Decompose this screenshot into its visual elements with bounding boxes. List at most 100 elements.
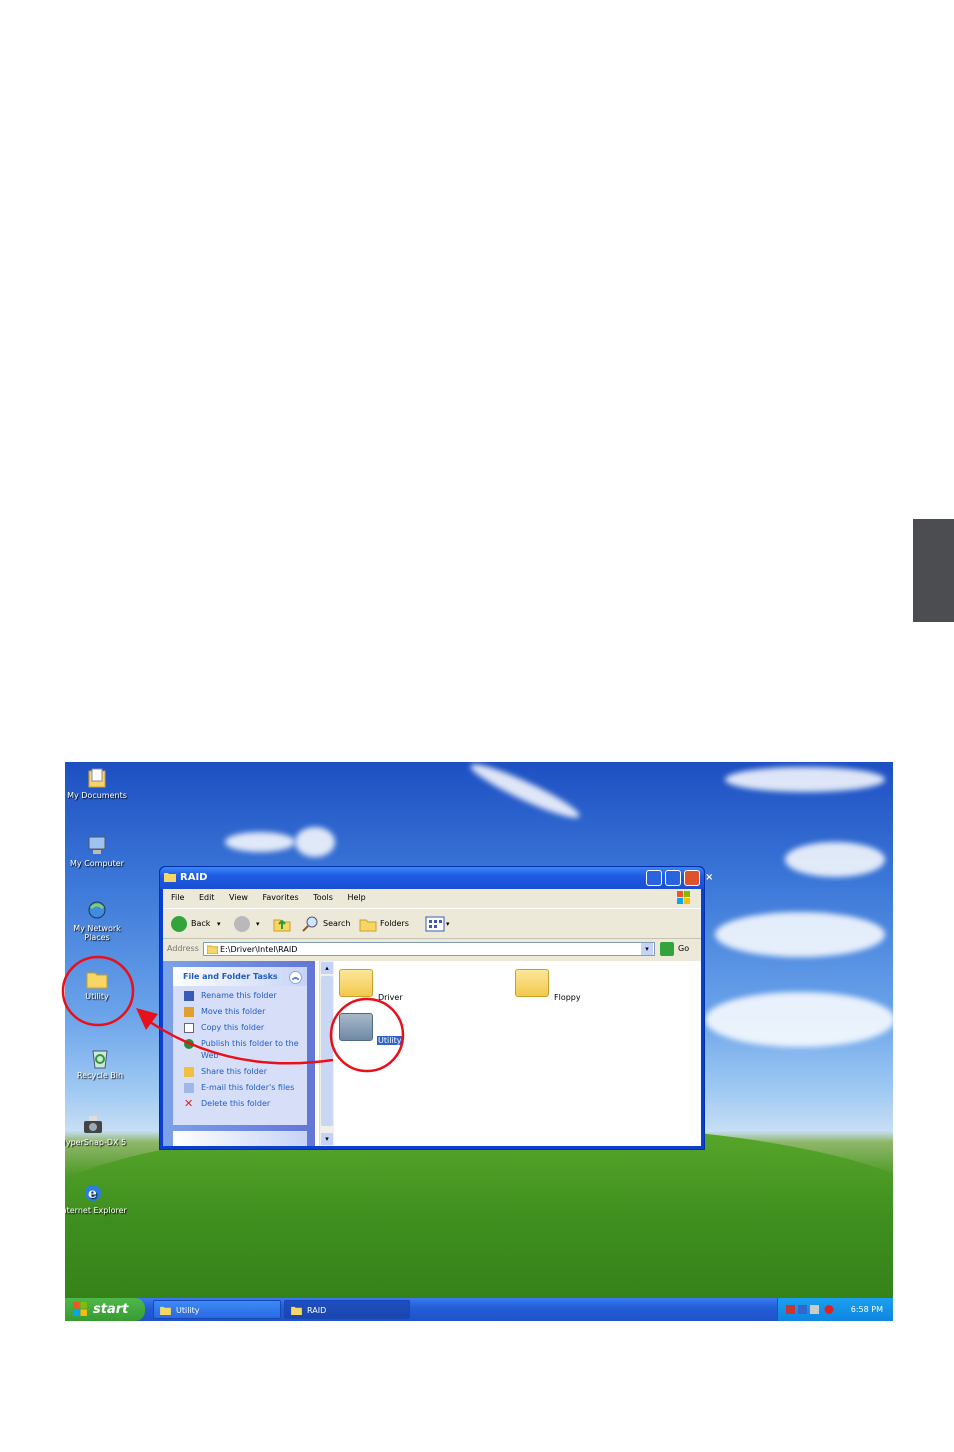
network-places-icon — [88, 901, 106, 919]
internet-explorer-icon: e — [85, 1185, 101, 1202]
taskbar-button-utility[interactable]: Utility — [153, 1300, 281, 1319]
start-button[interactable]: start — [65, 1298, 145, 1321]
windows-logo-icon — [73, 1302, 87, 1316]
desktop-icon-hypersnap[interactable]: HyperSnap-DX 5 — [65, 1114, 128, 1147]
desktop-icon-internet-explorer[interactable]: e Internet Explorer — [65, 1182, 128, 1215]
title-bar[interactable]: RAID _ □ × — [160, 867, 713, 889]
back-button[interactable]: Back — [191, 916, 210, 932]
menu-view[interactable]: View — [229, 893, 248, 902]
copy-icon — [184, 1023, 194, 1033]
delete-x-icon: ✕ — [184, 1097, 194, 1110]
folder-icon — [291, 1306, 302, 1315]
taskbar: start Utility RAID 6:58 PM — [65, 1298, 893, 1321]
task-copy[interactable]: Copy this folder — [173, 1022, 307, 1034]
search-button[interactable]: Search — [323, 916, 350, 932]
rename-icon — [184, 991, 194, 1001]
address-input[interactable]: E:\Driver\Intel\RAID ▾ — [203, 942, 655, 956]
views-dropdown-icon[interactable]: ▾ — [446, 916, 450, 932]
go-button[interactable]: Go — [678, 939, 689, 959]
move-icon — [184, 1007, 194, 1017]
system-tray: 6:58 PM — [777, 1298, 893, 1321]
folder-label-driver[interactable]: Driver — [378, 993, 403, 1002]
vertical-scrollbar[interactable]: ▴ ▾ — [319, 961, 334, 1146]
cloud — [785, 842, 885, 877]
grass-hill — [65, 1122, 893, 1321]
address-dropdown-icon[interactable]: ▾ — [641, 943, 653, 955]
folder-icon-driver[interactable] — [339, 969, 373, 997]
back-arrow-icon[interactable] — [171, 916, 187, 932]
menu-file[interactable]: File — [171, 893, 184, 902]
back-dropdown-icon[interactable]: ▾ — [217, 916, 221, 932]
hypersnap-icon — [84, 1116, 102, 1133]
clock[interactable]: 6:58 PM — [851, 1305, 883, 1314]
folders-button[interactable]: Folders — [380, 916, 409, 932]
scroll-down-icon[interactable]: ▾ — [321, 1133, 333, 1145]
desktop-icon-recycle-bin[interactable]: Recycle Bin — [65, 1047, 135, 1080]
folder-icon-floppy[interactable] — [515, 969, 549, 997]
cloud — [705, 992, 893, 1047]
task-rename[interactable]: Rename this folder — [173, 990, 307, 1002]
other-places-header[interactable] — [173, 1131, 307, 1146]
address-value: E:\Driver\Intel\RAID — [220, 945, 298, 954]
desktop-icon-my-documents[interactable]: My Documents — [65, 767, 132, 800]
scroll-thumb[interactable] — [321, 976, 333, 1126]
folder-icon-utility[interactable] — [339, 1013, 373, 1041]
cloud — [725, 767, 885, 792]
share-icon — [184, 1067, 194, 1077]
email-icon — [184, 1083, 194, 1093]
collapse-icon[interactable]: ︽ — [289, 971, 302, 984]
my-computer-icon — [88, 836, 106, 854]
task-delete[interactable]: ✕ Delete this folder — [173, 1098, 307, 1110]
folder-icon — [160, 1306, 171, 1315]
cloud — [466, 762, 584, 825]
menu-edit[interactable]: Edit — [199, 893, 215, 902]
menu-help[interactable]: Help — [347, 893, 365, 902]
address-label: Address — [167, 944, 199, 953]
minimize-button[interactable]: _ — [646, 870, 672, 886]
folder-icon — [207, 945, 218, 954]
search-icon — [302, 916, 318, 932]
task-share[interactable]: Share this folder — [173, 1066, 307, 1078]
folder-icon — [86, 972, 108, 989]
forward-arrow-icon[interactable] — [234, 916, 250, 932]
my-documents-icon — [88, 768, 106, 788]
taskbar-button-raid[interactable]: RAID — [284, 1300, 410, 1319]
maximize-button[interactable]: □ — [665, 870, 695, 886]
recycle-bin-icon — [92, 1050, 108, 1069]
views-icon[interactable] — [425, 916, 445, 932]
task-pane: File and Folder Tasks ︽ Rename this fold… — [163, 961, 315, 1146]
close-button[interactable]: × — [684, 870, 713, 886]
window-title: RAID — [180, 872, 208, 883]
menu-bar: File Edit View Favorites Tools Help — [163, 889, 701, 907]
desktop-icon-utility[interactable]: Utility — [65, 968, 132, 1001]
windows-logo-icon — [677, 891, 690, 904]
folder-label-utility-selected[interactable]: Utility — [377, 1036, 403, 1045]
desktop-icon-my-network-places[interactable]: My Network Places — [65, 900, 132, 942]
folder-icon — [164, 873, 176, 882]
svg-text:e: e — [88, 1186, 97, 1202]
tasks-header[interactable]: File and Folder Tasks ︽ — [173, 967, 307, 986]
scroll-up-icon[interactable]: ▴ — [321, 962, 333, 974]
content-area: File and Folder Tasks ︽ Rename this fold… — [163, 961, 701, 1146]
desktop-icon-my-computer[interactable]: My Computer — [65, 835, 132, 868]
folders-icon — [359, 919, 377, 932]
task-move[interactable]: Move this folder — [173, 1006, 307, 1018]
cloud — [295, 827, 335, 857]
menu-tools[interactable]: Tools — [313, 893, 333, 902]
go-arrow-icon[interactable] — [660, 942, 674, 956]
cloud — [225, 832, 295, 852]
cloud — [715, 912, 885, 957]
window-body: File Edit View Favorites Tools Help Back… — [163, 889, 701, 1146]
menu-favorites[interactable]: Favorites — [263, 893, 299, 902]
toolbar: Back ▾ ▾ Search Folders ▾ — [163, 908, 701, 939]
up-folder-icon[interactable] — [273, 916, 291, 932]
globe-icon — [184, 1039, 194, 1049]
task-publish[interactable]: Publish this folder to the Web — [173, 1038, 307, 1062]
forward-dropdown-icon[interactable]: ▾ — [256, 916, 260, 932]
explorer-window[interactable]: RAID _ □ × File Edit View Favorites Tool… — [159, 866, 713, 1150]
address-bar: Address E:\Driver\Intel\RAID ▾ Go — [163, 939, 701, 959]
task-email[interactable]: E-mail this folder's files — [173, 1082, 307, 1094]
tray-icons[interactable] — [786, 1304, 842, 1315]
chapter-tab — [913, 519, 954, 622]
folder-label-floppy[interactable]: Floppy — [554, 993, 581, 1002]
